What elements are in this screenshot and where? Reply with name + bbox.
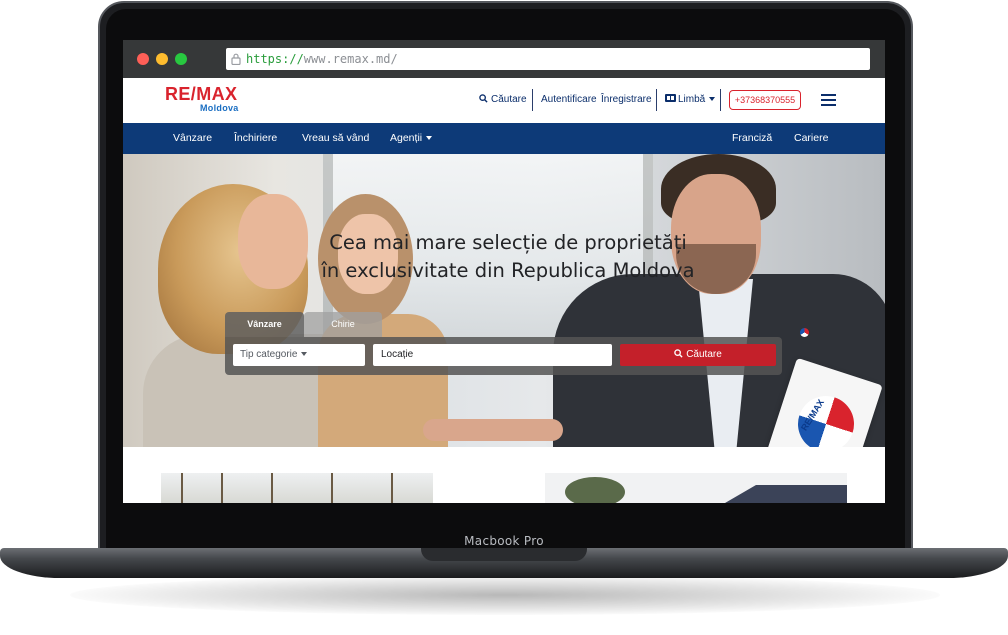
maximize-window-button[interactable] <box>175 53 187 65</box>
url-host: www.remax.md/ <box>303 52 398 66</box>
nav-item-cariere[interactable]: Cariere <box>794 123 828 154</box>
minimize-window-button[interactable] <box>156 53 168 65</box>
language-label: Limbă <box>678 94 706 105</box>
logo-re: RE/ <box>165 84 197 104</box>
listing-card-image[interactable] <box>545 473 847 503</box>
login-link[interactable]: Autentificare <box>541 91 597 109</box>
search-panel: Vânzare Chirie Tip categorie Locație Cău… <box>225 312 782 375</box>
header-search-label: Căutare <box>491 94 527 105</box>
hero-headline-line1: Cea mai mare selecție de proprietăți <box>329 231 687 254</box>
phone-button[interactable]: +37368370555 <box>729 90 801 110</box>
chevron-down-icon <box>709 97 716 102</box>
search-icon <box>479 94 488 103</box>
hero-headline-line2: în exclusivitate din Republica Moldova <box>321 259 695 282</box>
tree-branch <box>221 473 223 503</box>
page: Macbook Pro https://www.remax.md/ RE/MAX… <box>0 0 1008 635</box>
tree-branch <box>331 473 333 503</box>
tab-chirie[interactable]: Chirie <box>304 312 382 337</box>
hamburger-menu-icon[interactable] <box>821 94 836 107</box>
laptop-notch <box>421 548 587 561</box>
chevron-down-icon <box>301 352 308 357</box>
remax-pin-icon <box>800 328 809 337</box>
header-search-link[interactable]: Căutare <box>479 91 527 109</box>
nav-item-agentii-label: Agenții <box>390 132 423 144</box>
site-header: RE/MAX Moldova Căutare Autentificare Înr… <box>123 78 885 123</box>
listing-card-image[interactable] <box>161 473 433 503</box>
hero-headline: Cea mai mare selecție de proprietăți în … <box>263 229 753 285</box>
nav-item-agentii[interactable]: Agenții <box>390 123 433 154</box>
search-button[interactable]: Căutare <box>620 344 776 366</box>
house-roof <box>725 485 847 503</box>
tree-branch <box>181 473 183 503</box>
chevron-down-icon <box>426 136 433 141</box>
url-protocol: https:// <box>246 52 304 66</box>
close-window-button[interactable] <box>137 53 149 65</box>
lock-icon <box>231 53 241 65</box>
hero-banner: RE/MAX Cea mai mare selecție de propriet… <box>123 154 885 447</box>
tab-vanzare[interactable]: Vânzare <box>225 312 304 337</box>
search-form: Tip categorie Locație Căutare <box>225 337 782 375</box>
laptop-shadow <box>70 575 940 615</box>
nav-item-vanzare[interactable]: Vânzare <box>173 123 212 154</box>
tree-branch <box>271 473 273 503</box>
tree-shape <box>565 477 625 503</box>
language-icon <box>665 94 676 102</box>
logo-max: MAX <box>196 84 238 104</box>
tree-branch <box>391 473 393 503</box>
search-button-label: Căutare <box>686 349 722 360</box>
main-nav: Vânzare Închiriere Vreau să vând Agenții… <box>123 123 885 154</box>
handshake <box>423 419 563 441</box>
listings-section <box>123 447 885 503</box>
nav-item-vreau-sa-vand[interactable]: Vreau să vând <box>302 123 369 154</box>
header-divider <box>532 89 533 111</box>
header-divider <box>656 89 657 111</box>
browser-toolbar: https://www.remax.md/ <box>123 40 885 78</box>
category-select[interactable]: Tip categorie <box>233 344 365 366</box>
nav-item-franciza[interactable]: Franciză <box>732 123 772 154</box>
device-label: Macbook Pro <box>464 534 544 548</box>
search-icon <box>674 349 683 358</box>
screen: https://www.remax.md/ RE/MAX Moldova Cău… <box>123 40 885 503</box>
category-select-label: Tip categorie <box>240 349 298 360</box>
nav-item-inchiriere[interactable]: Închiriere <box>234 123 277 154</box>
register-link[interactable]: Înregistrare <box>601 91 652 109</box>
remax-logo[interactable]: RE/MAX Moldova <box>165 85 245 115</box>
address-bar[interactable]: https://www.remax.md/ <box>226 48 870 70</box>
language-dropdown[interactable]: Limbă <box>665 91 716 109</box>
location-input[interactable]: Locație <box>373 344 612 366</box>
header-divider <box>720 89 721 111</box>
logo-subtitle: Moldova <box>200 103 239 113</box>
